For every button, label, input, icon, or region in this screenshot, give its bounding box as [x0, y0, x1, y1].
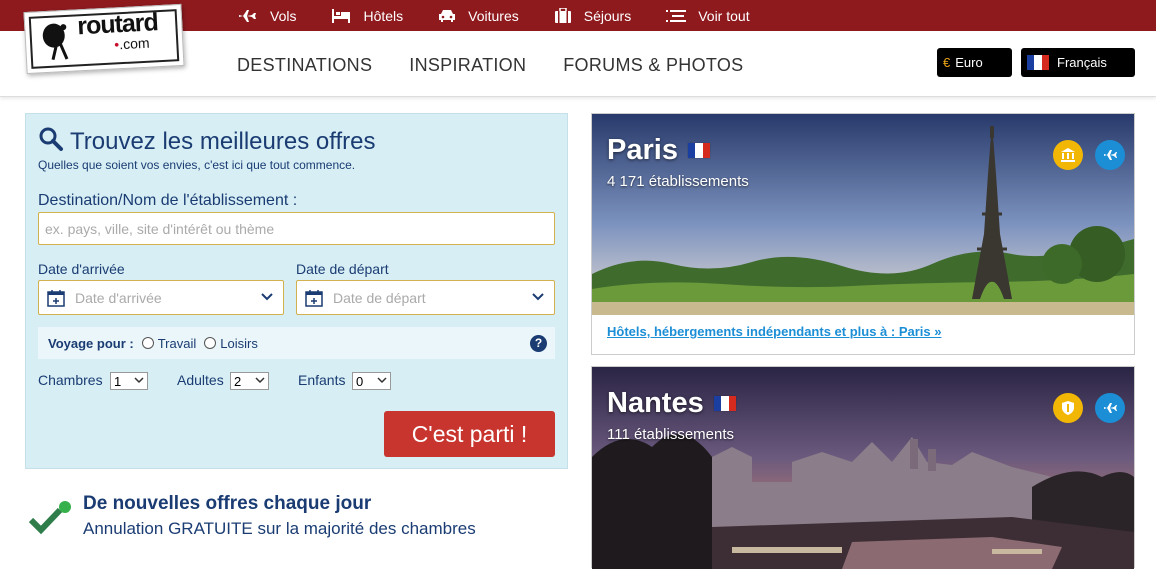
language-label: Français — [1057, 55, 1107, 70]
paris-photo: Paris 4 171 établissements — [592, 114, 1134, 315]
children-select[interactable]: 0 — [352, 372, 391, 390]
radio-leisure-label: Loisirs — [220, 335, 258, 351]
arrival-date-input[interactable]: Date d'arrivée — [38, 280, 284, 315]
city-name: Nantes — [607, 387, 704, 419]
nav-destinations[interactable]: DESTINATIONS — [237, 55, 372, 76]
search-icon — [39, 127, 63, 151]
chevron-down-icon — [134, 377, 144, 384]
shield-icon — [1053, 393, 1083, 423]
calendar-icon — [47, 289, 65, 307]
checkmark-icon — [28, 501, 71, 535]
destination-card-paris[interactable]: Paris 4 171 établissements Hôtels, héber… — [591, 113, 1135, 355]
currency-selector[interactable]: € Euro — [937, 48, 1012, 77]
search-submit-button[interactable]: C'est parti ! — [384, 411, 555, 457]
nav-forums-photos[interactable]: FORUMS & PHOTOS — [563, 55, 743, 76]
rooms-select[interactable]: 1 — [110, 372, 148, 390]
arrival-label: Date d'arrivée — [38, 261, 125, 277]
destination-input[interactable]: ex. pays, ville, site d'intérêt ou thème — [38, 212, 555, 245]
plane-icon — [1095, 140, 1125, 170]
topnav-label: Voir tout — [698, 7, 750, 24]
trip-purpose-label: Voyage pour : — [48, 335, 134, 351]
establishment-count: 4 171 établissements — [607, 173, 749, 190]
logo-domain: .com — [118, 34, 150, 53]
currency-label: Euro — [955, 55, 983, 70]
establishment-count: 111 établissements — [607, 426, 735, 443]
adults-select[interactable]: 2 — [230, 372, 269, 390]
topnav-flights[interactable]: Vols — [238, 8, 296, 24]
chevron-down-icon — [532, 293, 544, 301]
offers-subtitle: Annulation GRATUITE sur la majorité des … — [83, 519, 476, 538]
topnav-hotels[interactable]: Hôtels — [331, 8, 403, 24]
topnav-label: Voitures — [468, 7, 519, 24]
radio-leisure[interactable] — [204, 337, 217, 349]
french-flag-icon — [1027, 55, 1049, 70]
departure-label: Date de départ — [296, 261, 389, 277]
car-icon — [439, 9, 456, 22]
search-form: Trouvez les meilleures offres Quelles qu… — [25, 113, 568, 469]
children-label: Enfants — [298, 372, 346, 388]
topnav-label: Hôtels — [363, 7, 404, 24]
radio-work-label: Travail — [157, 335, 197, 351]
euro-icon: € — [943, 55, 951, 70]
offers-title: De nouvelles offres chaque jour — [83, 493, 372, 514]
french-flag-icon — [714, 396, 736, 411]
plane-icon — [1095, 393, 1125, 423]
language-selector[interactable]: Français — [1021, 48, 1135, 77]
departure-date-input[interactable]: Date de départ — [296, 280, 555, 315]
destination-card-nantes[interactable]: Nantes 111 établissements — [591, 366, 1135, 569]
calendar-icon — [305, 289, 323, 307]
chevron-down-icon — [255, 377, 265, 384]
destination-placeholder: ex. pays, ville, site d'intérêt ou thème — [45, 220, 275, 237]
paris-hotels-link[interactable]: Hôtels, hébergements indépendants et plu… — [607, 324, 941, 339]
adults-value: 2 — [234, 373, 242, 389]
nav-inspiration[interactable]: INSPIRATION — [409, 55, 526, 76]
topnav-see-all[interactable]: Voir tout — [666, 7, 750, 24]
trip-purpose-row: Voyage pour : Travail Loisirs ? — [38, 327, 555, 359]
suitcase-icon — [554, 8, 571, 23]
arrival-placeholder: Date d'arrivée — [75, 289, 162, 306]
main-nav: DESTINATIONS INSPIRATION FORUMS & PHOTOS — [237, 55, 780, 76]
top-nav: Vols Hôtels Voitures Séjours Voir tout — [238, 0, 785, 31]
city-name: Paris — [607, 134, 678, 166]
backpacker-icon — [42, 23, 69, 61]
routard-logo[interactable]: routard •.com — [23, 3, 185, 75]
plane-icon — [239, 9, 256, 22]
list-icon — [666, 9, 687, 22]
rooms-value: 1 — [114, 373, 122, 389]
adults-label: Adultes — [177, 372, 224, 388]
search-subtitle: Quelles que soient vos envies, c'est ici… — [38, 158, 356, 172]
departure-placeholder: Date de départ — [333, 289, 426, 306]
topnav-stays[interactable]: Séjours — [554, 8, 631, 24]
search-title: Trouvez les meilleures offres — [70, 128, 376, 155]
destination-label: Destination/Nom de l'établissement : — [38, 192, 298, 209]
children-value: 0 — [356, 373, 364, 389]
museum-icon — [1053, 140, 1083, 170]
rooms-label: Chambres — [38, 372, 103, 388]
topnav-cars[interactable]: Voitures — [438, 8, 519, 24]
topnav-label: Séjours — [583, 7, 632, 24]
chevron-down-icon — [261, 293, 273, 301]
nantes-photo: Nantes 111 établissements — [592, 367, 1134, 569]
chevron-down-icon — [377, 377, 387, 384]
bed-icon — [332, 8, 351, 23]
french-flag-icon — [688, 143, 710, 158]
radio-work[interactable] — [141, 337, 154, 349]
help-icon[interactable]: ? — [530, 335, 547, 352]
topnav-label: Vols — [270, 7, 297, 24]
